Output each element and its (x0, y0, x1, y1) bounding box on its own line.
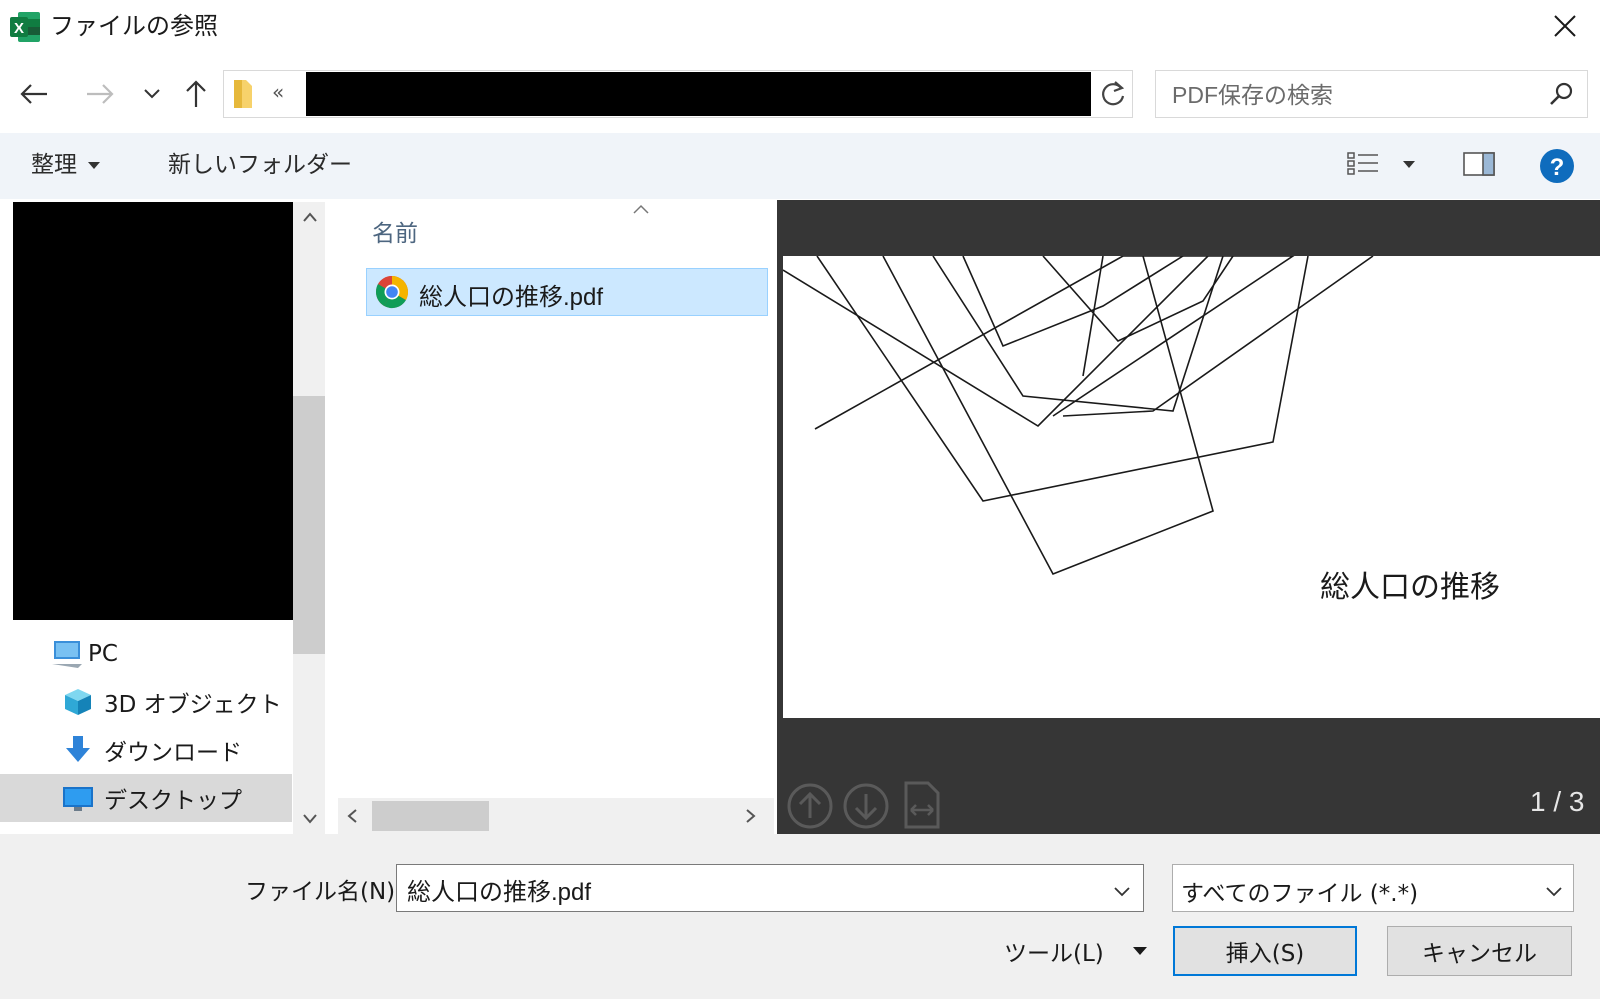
back-button[interactable] (14, 74, 54, 114)
3d-objects-icon (65, 689, 91, 715)
scroll-right-icon[interactable] (745, 808, 757, 828)
insert-button[interactable]: 挿入(S) (1173, 926, 1357, 976)
recent-locations-button[interactable] (132, 74, 172, 114)
filename-combobox[interactable] (396, 864, 1144, 912)
forward-button[interactable] (80, 74, 120, 114)
search-icon[interactable] (1548, 81, 1574, 111)
address-path-redacted (306, 72, 1091, 116)
filetype-select[interactable]: すべてのファイル (*.*) (1172, 864, 1574, 912)
organize-label: 整理 (31, 152, 77, 178)
horizontal-scrollbar-thumb[interactable] (372, 801, 489, 831)
scroll-up-icon[interactable] (302, 208, 318, 227)
nav-item-3d-objects[interactable]: 3D オブジェクト (0, 678, 292, 726)
svg-text:X: X (14, 20, 24, 37)
refresh-icon (1102, 81, 1125, 106)
window-title: ファイルの参照 (50, 12, 218, 40)
caret-down-icon (88, 162, 100, 169)
dialog-footer (0, 834, 1600, 999)
fit-page-icon[interactable] (902, 780, 942, 834)
nav-item-label: ダウンロード (104, 740, 242, 766)
svg-text:?: ? (1550, 154, 1565, 181)
help-icon: ? (1540, 149, 1574, 183)
chevron-down-icon (144, 89, 160, 99)
up-button[interactable] (176, 74, 216, 114)
breadcrumb-overflow[interactable]: « (272, 80, 284, 104)
nav-scrollbar-thumb[interactable] (293, 396, 325, 654)
chevron-down-icon[interactable] (1113, 883, 1131, 902)
nav-item-downloads[interactable]: ダウンロード (0, 726, 292, 774)
tools-label: ツール(L) (1004, 941, 1104, 967)
filename-label: ファイル名(N): (245, 879, 403, 905)
page-counter: 1 / 3 (1530, 786, 1585, 817)
arrow-up-icon (186, 80, 206, 107)
details-view-icon (1347, 152, 1378, 175)
file-row[interactable]: 総人口の推移.pdf (366, 268, 768, 316)
file-name: 総人口の推移.pdf (419, 284, 604, 311)
sort-ascending-icon (632, 200, 650, 219)
refresh-button[interactable] (1094, 72, 1132, 116)
download-icon (66, 736, 90, 762)
tools-menu-button[interactable]: ツール(L) (1004, 934, 1148, 968)
nav-item-label: デスクトップ (104, 788, 242, 814)
preview-pane-toggle[interactable] (1462, 150, 1496, 182)
pc-icon (52, 641, 82, 668)
preview-page: 総人口の推移 (783, 256, 1600, 718)
previous-page-icon[interactable] (786, 782, 834, 834)
preview-pane-icon (1463, 152, 1495, 176)
caret-down-icon (1403, 161, 1415, 168)
change-view-button[interactable] (1346, 150, 1416, 178)
chrome-icon (375, 275, 409, 313)
nav-item-desktop[interactable]: デスクトップ (0, 774, 292, 822)
scroll-down-icon[interactable] (302, 810, 318, 829)
arrow-left-icon (20, 84, 47, 104)
organize-menu[interactable]: 整理 (31, 150, 101, 180)
close-icon (1554, 15, 1576, 37)
nav-item-label: PC (88, 641, 118, 667)
preview-page-title: 総人口の推移 (1320, 570, 1500, 605)
cancel-button[interactable]: キャンセル (1387, 926, 1572, 976)
nav-item-pc[interactable]: PC (0, 630, 292, 678)
caret-down-icon (1132, 947, 1147, 955)
nav-item-label: 3D オブジェクト (104, 692, 282, 718)
desktop-icon (63, 787, 93, 811)
chevron-down-icon (1545, 883, 1563, 902)
new-folder-button[interactable]: 新しいフォルダー (168, 150, 352, 180)
nav-redacted-region (13, 202, 293, 620)
title-bar (0, 0, 1600, 54)
filename-input[interactable] (405, 871, 1099, 907)
search-box[interactable] (1155, 70, 1588, 118)
help-button[interactable]: ? (1539, 148, 1575, 188)
next-page-icon[interactable] (842, 782, 890, 834)
search-input[interactable] (1170, 77, 1534, 113)
preview-line-drawing (783, 256, 1374, 576)
filetype-value: すべてのファイル (*.*) (1181, 881, 1419, 907)
excel-icon: X (8, 10, 42, 44)
close-button[interactable] (1540, 2, 1590, 50)
arrow-right-icon (87, 84, 114, 104)
column-header-name[interactable]: 名前 (372, 214, 418, 248)
folder-icon (232, 78, 254, 114)
scroll-left-icon[interactable] (346, 808, 358, 828)
